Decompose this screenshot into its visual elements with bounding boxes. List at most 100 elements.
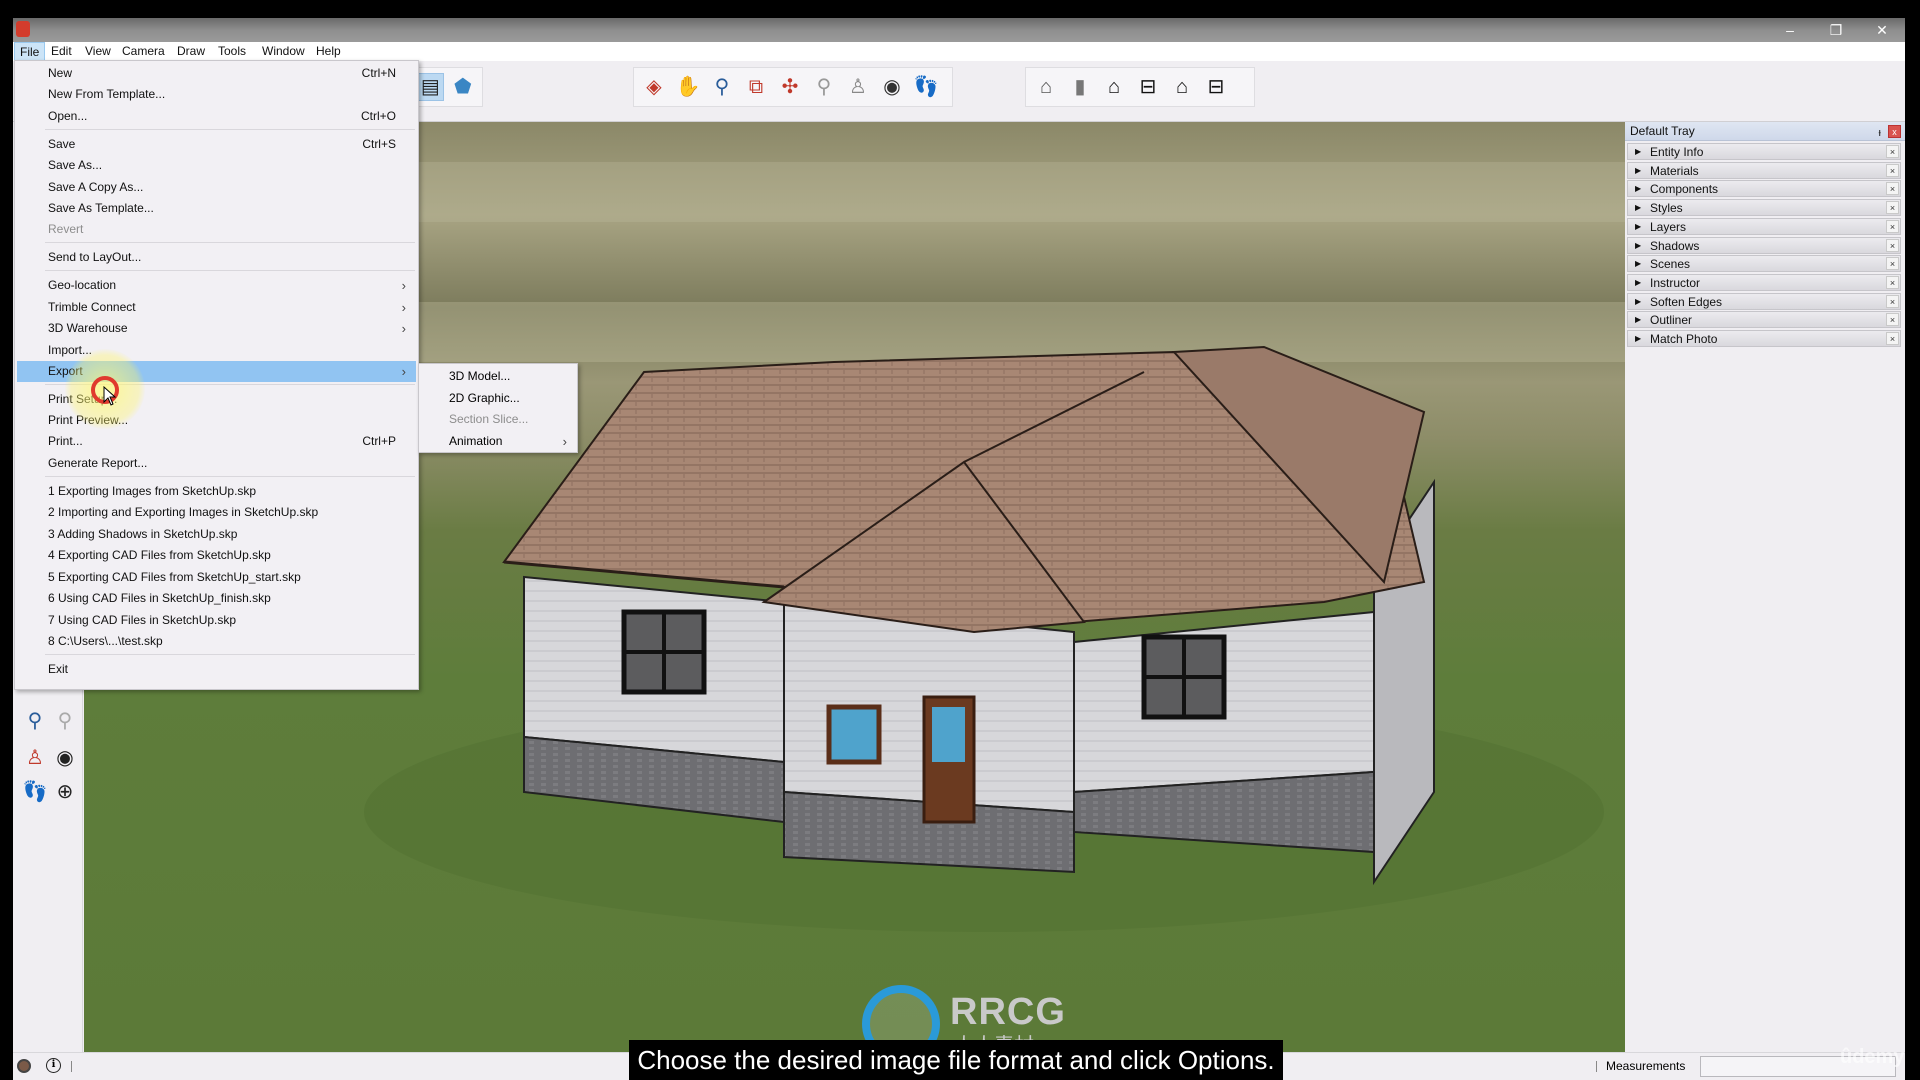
pan-icon[interactable]: ✋ <box>674 73 702 101</box>
panel-close-icon[interactable]: × <box>1886 201 1899 215</box>
file-menu-item-geo-location[interactable]: Geo-location › <box>17 275 416 296</box>
zoom-extents-icon[interactable]: ✣ <box>776 73 804 101</box>
file-menu-item-7-using-cad-files-in-sketchup-skp[interactable]: 7 Using CAD Files in SketchUp.skp <box>17 610 416 631</box>
file-menu-item-8-c-users-test-skp[interactable]: 8 C:\Users\...\test.skp <box>17 631 416 652</box>
tray-panel-outliner[interactable]: ▶ Outliner × <box>1627 311 1901 329</box>
menu-item-label: 6 Using CAD Files in SketchUp_finish.skp <box>48 591 271 605</box>
panel-close-icon[interactable]: × <box>1886 257 1899 271</box>
position-camera-icon[interactable]: ♙ <box>844 73 872 101</box>
expand-arrow-icon[interactable]: ▶ <box>1635 331 1641 347</box>
file-menu-item-open[interactable]: Open... Ctrl+O <box>17 106 416 127</box>
menu-help[interactable]: Help <box>311 42 346 61</box>
file-menu-item-generate-report[interactable]: Generate Report... <box>17 453 416 474</box>
back-view-icon[interactable]: ⌂ <box>1168 73 1196 101</box>
zoom-icon[interactable]: ⚲ <box>708 73 736 101</box>
pin-icon[interactable]: ᵻ <box>1879 124 1881 143</box>
file-menu-item-6-using-cad-files-in-sketchup-finish-skp[interactable]: 6 Using CAD Files in SketchUp_finish.skp <box>17 588 416 609</box>
menu-item-label: Geo-location <box>48 278 117 292</box>
expand-arrow-icon[interactable]: ▶ <box>1635 312 1641 328</box>
tray-panel-materials[interactable]: ▶ Materials × <box>1627 161 1901 179</box>
section-plane-icon[interactable]: ⊕ <box>51 778 79 806</box>
menu-draw[interactable]: Draw <box>172 42 210 61</box>
file-menu-item-send-to-layout[interactable]: Send to LayOut... <box>17 247 416 268</box>
expand-arrow-icon[interactable]: ▶ <box>1635 275 1641 291</box>
tray-panel-components[interactable]: ▶ Components × <box>1627 180 1901 198</box>
panel-close-icon[interactable]: × <box>1886 163 1899 177</box>
position-camera-icon[interactable]: ♙ <box>21 744 49 772</box>
export-submenu-item-animation[interactable]: Animation › <box>421 431 577 452</box>
export-submenu-item-2d-graphic[interactable]: 2D Graphic... <box>421 388 577 409</box>
file-menu-item-save-as-template[interactable]: Save As Template... <box>17 198 416 219</box>
panel-close-icon[interactable]: × <box>1886 313 1899 327</box>
file-menu-item-new[interactable]: New Ctrl+N <box>17 63 416 84</box>
front-view-icon[interactable]: ⌂ <box>1100 73 1128 101</box>
file-menu-item-save-as[interactable]: Save As... <box>17 155 416 176</box>
expand-arrow-icon[interactable]: ▶ <box>1635 181 1641 197</box>
tray-panel-entity-info[interactable]: ▶ Entity Info × <box>1627 143 1901 160</box>
geo-location-icon[interactable] <box>17 1059 31 1073</box>
previous-view-icon[interactable]: ⚲ <box>51 707 79 735</box>
tray-panel-shadows[interactable]: ▶ Shadows × <box>1627 236 1901 254</box>
iso-view-icon[interactable]: ⌂ <box>1032 73 1060 101</box>
panel-close-icon[interactable]: × <box>1886 332 1899 345</box>
left-view-icon[interactable]: ⊟ <box>1202 73 1230 101</box>
top-view-icon[interactable]: ▮ <box>1066 73 1094 101</box>
file-menu-item-3d-warehouse[interactable]: 3D Warehouse › <box>17 318 416 339</box>
file-menu-item-new-from-template[interactable]: New From Template... <box>17 84 416 105</box>
panel-close-icon[interactable]: × <box>1886 238 1899 252</box>
menu-window[interactable]: Window <box>257 42 310 61</box>
menu-file[interactable]: File <box>14 42 46 61</box>
expand-arrow-icon[interactable]: ▶ <box>1635 238 1641 254</box>
right-view-icon[interactable]: ⊟ <box>1134 73 1162 101</box>
tray-panel-scenes[interactable]: ▶ Scenes × <box>1627 255 1901 273</box>
menu-tools[interactable]: Tools <box>213 42 251 61</box>
file-menu-item-3-adding-shadows-in-sketchup-skp[interactable]: 3 Adding Shadows in SketchUp.skp <box>17 524 416 545</box>
tray-close-button[interactable]: x <box>1888 125 1901 138</box>
menu-item-shortcut: Ctrl+S <box>362 137 396 151</box>
panel-close-icon[interactable]: × <box>1886 294 1899 308</box>
expand-arrow-icon[interactable]: ▶ <box>1635 294 1641 310</box>
tray-panel-styles[interactable]: ▶ Styles × <box>1627 199 1901 217</box>
tray-panel-layers[interactable]: ▶ Layers × <box>1627 217 1901 235</box>
previous-view-icon[interactable]: ⚲ <box>810 73 838 101</box>
expand-arrow-icon[interactable]: ▶ <box>1635 144 1641 160</box>
file-menu-item-save[interactable]: Save Ctrl+S <box>17 134 416 155</box>
menu-edit[interactable]: Edit <box>46 42 77 61</box>
tray-panel-instructor[interactable]: ▶ Instructor × <box>1627 273 1901 291</box>
walk-icon[interactable]: 👣 <box>912 73 940 101</box>
credits-icon[interactable]: ℹ <box>46 1058 61 1073</box>
file-menu-item-exit[interactable]: Exit <box>17 659 416 680</box>
tray-panel-soften-edges[interactable]: ▶ Soften Edges × <box>1627 292 1901 310</box>
file-menu-item-2-importing-and-exporting-images-in-sketchup-skp[interactable]: 2 Importing and Exporting Images in Sket… <box>17 502 416 523</box>
expand-arrow-icon[interactable]: ▶ <box>1635 200 1641 216</box>
expand-arrow-icon[interactable]: ▶ <box>1635 256 1641 272</box>
panel-close-icon[interactable]: × <box>1886 219 1899 233</box>
shaded-textures-icon[interactable]: ▤ <box>417 73 444 101</box>
expand-arrow-icon[interactable]: ▶ <box>1635 163 1641 179</box>
restore-button[interactable]: ❐ <box>1813 18 1859 42</box>
menu-camera[interactable]: Camera <box>117 42 170 61</box>
file-menu-item-4-exporting-cad-files-from-sketchup-skp[interactable]: 4 Exporting CAD Files from SketchUp.skp <box>17 545 416 566</box>
zoom-extents-icon[interactable]: ⚲ <box>21 707 49 735</box>
close-button[interactable]: ✕ <box>1859 18 1905 42</box>
file-menu-item-import[interactable]: Import... <box>17 340 416 361</box>
expand-arrow-icon[interactable]: ▶ <box>1635 219 1641 235</box>
panel-close-icon[interactable]: × <box>1886 275 1899 289</box>
monochrome-icon[interactable]: ⬟ <box>450 73 476 101</box>
file-menu-item-print[interactable]: Print... Ctrl+P <box>17 431 416 452</box>
orbit-icon[interactable]: ◈ <box>640 73 668 101</box>
file-menu-item-save-a-copy-as[interactable]: Save A Copy As... <box>17 177 416 198</box>
panel-close-icon[interactable]: × <box>1886 182 1899 196</box>
tray-panel-match-photo[interactable]: ▶ Match Photo × <box>1627 330 1901 347</box>
menu-view[interactable]: View <box>80 42 116 61</box>
walk-icon[interactable]: 👣 <box>21 778 49 806</box>
minimize-button[interactable]: – <box>1767 18 1813 42</box>
look-around-icon[interactable]: ◉ <box>51 744 79 772</box>
zoom-window-icon[interactable]: ⧉ <box>742 73 770 101</box>
file-menu-item-5-exporting-cad-files-from-sketchup-start-skp[interactable]: 5 Exporting CAD Files from SketchUp_star… <box>17 567 416 588</box>
panel-close-icon[interactable]: × <box>1886 145 1899 158</box>
file-menu-item-1-exporting-images-from-sketchup-skp[interactable]: 1 Exporting Images from SketchUp.skp <box>17 481 416 502</box>
export-submenu-item-3d-model[interactable]: 3D Model... <box>421 366 577 387</box>
look-around-icon[interactable]: ◉ <box>878 73 906 101</box>
file-menu-item-trimble-connect[interactable]: Trimble Connect › <box>17 297 416 318</box>
